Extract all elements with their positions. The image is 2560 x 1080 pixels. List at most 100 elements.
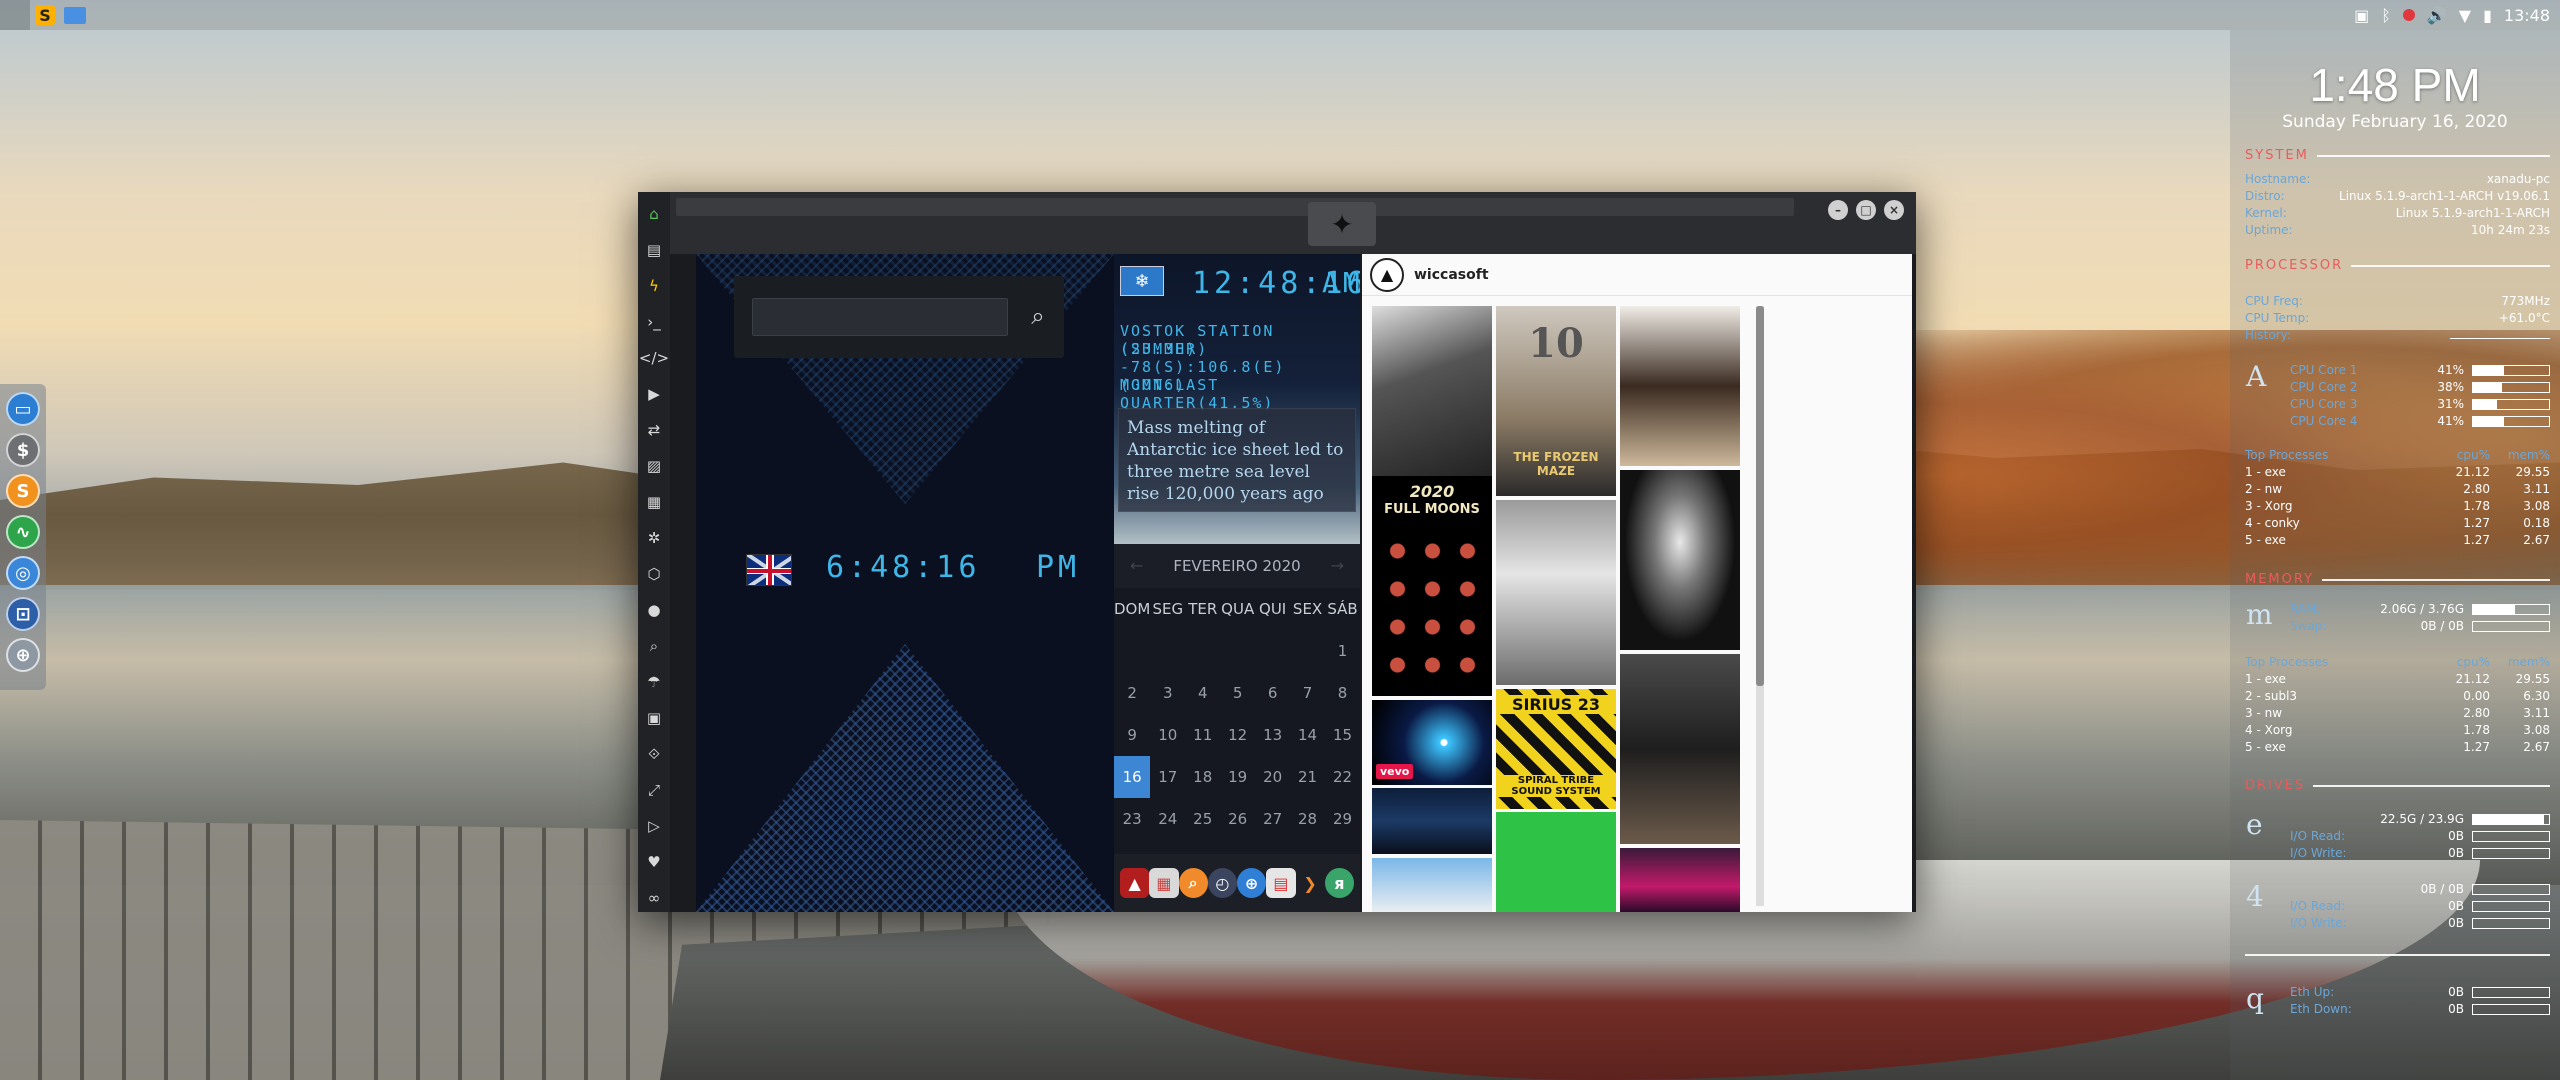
calendar-day[interactable]: 13 (1255, 714, 1290, 756)
instagram-post[interactable] (1496, 500, 1616, 685)
instagram-post[interactable] (1620, 654, 1740, 844)
terminal-icon[interactable]: ›_ (643, 310, 665, 334)
maximize-button[interactable]: □ (1856, 200, 1876, 220)
calendar-day[interactable]: 18 (1185, 756, 1220, 798)
calendar-day[interactable]: 10 (1150, 714, 1185, 756)
news-icon[interactable]: ▦ (643, 490, 665, 514)
bluetooth-icon[interactable]: ᛒ (2381, 6, 2391, 25)
calendar-day[interactable]: 22 (1325, 756, 1360, 798)
scrollbar-thumb[interactable] (1756, 306, 1764, 686)
calendar-day[interactable]: 15 (1325, 714, 1360, 756)
document-icon[interactable]: ▤ (643, 238, 665, 262)
code-icon[interactable]: </> (639, 346, 669, 370)
arrow-app-icon[interactable]: ❯ (1296, 868, 1325, 898)
globe-app-icon[interactable]: ⊕ (1237, 868, 1267, 898)
network-globe-icon[interactable]: ⊕ (6, 638, 40, 672)
battery-icon[interactable]: ▮ (2483, 6, 2492, 25)
instagram-username[interactable]: wiccasoft (1414, 267, 1489, 283)
avatar[interactable]: ▲ (1370, 257, 1404, 292)
instagram-post[interactable] (1620, 848, 1740, 912)
calendar-day[interactable]: 2 (1114, 672, 1150, 714)
close-button[interactable]: × (1884, 200, 1904, 220)
calendar-day[interactable]: 19 (1220, 756, 1255, 798)
instagram-post[interactable]: vevo (1372, 700, 1492, 785)
tray-clock[interactable]: 13:48 (2504, 6, 2550, 25)
minimize-button[interactable]: – (1828, 200, 1848, 220)
home-icon[interactable]: ⌂ (643, 202, 665, 226)
screen-capture-icon[interactable]: ⊡ (6, 597, 40, 631)
infinity-icon[interactable]: ∞ (643, 886, 665, 910)
calendar-day[interactable]: 20 (1255, 756, 1290, 798)
instagram-post[interactable] (1372, 788, 1492, 854)
calendar-day[interactable]: 9 (1114, 714, 1150, 756)
calendar-day[interactable]: 8 (1325, 672, 1360, 714)
globe-icon[interactable]: ● (643, 598, 665, 622)
app-red-triangle-icon[interactable]: ▲ (1120, 868, 1150, 898)
calendar-day[interactable]: 26 (1220, 798, 1255, 840)
instagram-post[interactable]: 2020 FULL MOONS (1372, 476, 1492, 696)
translate-icon[interactable]: ⇄ (643, 418, 665, 442)
lightning-icon[interactable]: ϟ (643, 274, 665, 298)
calendar-day[interactable]: 21 (1290, 756, 1325, 798)
calendar-day[interactable]: 1 (1325, 630, 1360, 672)
instagram-scrollbar[interactable] (1756, 306, 1764, 906)
calendar-day[interactable]: 11 (1185, 714, 1220, 756)
wifi-icon[interactable]: ▼ (2459, 6, 2471, 25)
search-icon[interactable]: ⌕ (643, 634, 665, 658)
instagram-post[interactable]: 10 THE FROZEN MAZE (1496, 306, 1616, 496)
calendar-day[interactable]: 17 (1150, 756, 1185, 798)
show-desktop-button[interactable] (0, 0, 30, 30)
record-indicator-icon[interactable] (2402, 9, 2415, 21)
calendar-next-button[interactable]: → (1331, 556, 1344, 575)
instagram-post[interactable]: SIRIUS 23 SPIRAL TRIBE SOUND SYSTEM (1496, 689, 1616, 809)
calendar-day[interactable]: 12 (1220, 714, 1255, 756)
search-input[interactable] (752, 298, 1008, 336)
calendar-prev-button[interactable]: ← (1130, 556, 1143, 575)
link-icon[interactable]: ⟐ (643, 742, 665, 766)
calendar-day[interactable]: 29 (1325, 798, 1360, 840)
terminal-dollar-icon[interactable]: $ (6, 433, 40, 467)
window-app-icon[interactable]: ▭ (6, 392, 40, 426)
window-titlebar[interactable]: ✦ – □ × (670, 192, 1916, 254)
umbrella-icon[interactable]: ☂ (643, 670, 665, 694)
youtube-icon[interactable]: ▷ (643, 814, 665, 838)
play-icon[interactable]: ▶ (643, 382, 665, 406)
instagram-post[interactable] (1496, 812, 1616, 912)
chromium-icon[interactable]: ◎ (6, 556, 40, 590)
calendar-day[interactable]: 28 (1290, 798, 1325, 840)
search-button[interactable]: ⌕ (1022, 300, 1054, 332)
contact-icon[interactable]: ▣ (643, 706, 665, 730)
yandex-app-icon[interactable]: я (1324, 868, 1354, 898)
instagram-post[interactable] (1620, 306, 1740, 466)
volume-icon[interactable]: 🔊 (2427, 6, 2447, 25)
heart-icon[interactable]: ♥ (643, 850, 665, 874)
calendar-day[interactable]: 24 (1150, 798, 1185, 840)
calendar-day[interactable]: 3 (1150, 672, 1185, 714)
screenshot-icon[interactable]: ▣ (2354, 6, 2369, 25)
system-monitor-icon[interactable]: ∿ (6, 515, 40, 549)
expand-icon[interactable]: ⤢ (643, 778, 665, 802)
calendar-app-icon[interactable]: ▦ (1149, 868, 1179, 898)
instagram-post[interactable] (1620, 470, 1740, 650)
date-app-icon[interactable]: ▤ (1266, 868, 1296, 898)
calendar-day[interactable]: 5 (1220, 672, 1255, 714)
search-app-icon[interactable]: ⌕ (1178, 868, 1208, 898)
hexagon-icon[interactable]: ⬡ (643, 562, 665, 586)
sublime-dock-icon[interactable]: S (6, 474, 40, 508)
calendar-day[interactable]: 4 (1185, 672, 1220, 714)
calendar-day[interactable]: 27 (1255, 798, 1290, 840)
clock-app-icon[interactable]: ◴ (1207, 868, 1237, 898)
calendar-day[interactable]: 6 (1255, 672, 1290, 714)
instagram-post[interactable] (1372, 306, 1492, 476)
sublime-text-launcher[interactable]: S (30, 0, 60, 30)
calendar-day[interactable]: 16 (1114, 756, 1151, 798)
calendar-day[interactable]: 14 (1290, 714, 1325, 756)
instagram-post[interactable] (1372, 858, 1492, 912)
file-manager-launcher[interactable] (60, 0, 90, 30)
calendar-day[interactable]: 7 (1290, 672, 1325, 714)
settings-icon[interactable]: ✲ (643, 526, 665, 550)
calendar-day[interactable]: 25 (1185, 798, 1220, 840)
image-icon[interactable]: ▨ (643, 454, 665, 478)
calendar-day[interactable]: 23 (1114, 798, 1150, 840)
news-headline[interactable]: Mass melting of Antarctic ice sheet led … (1118, 408, 1356, 512)
